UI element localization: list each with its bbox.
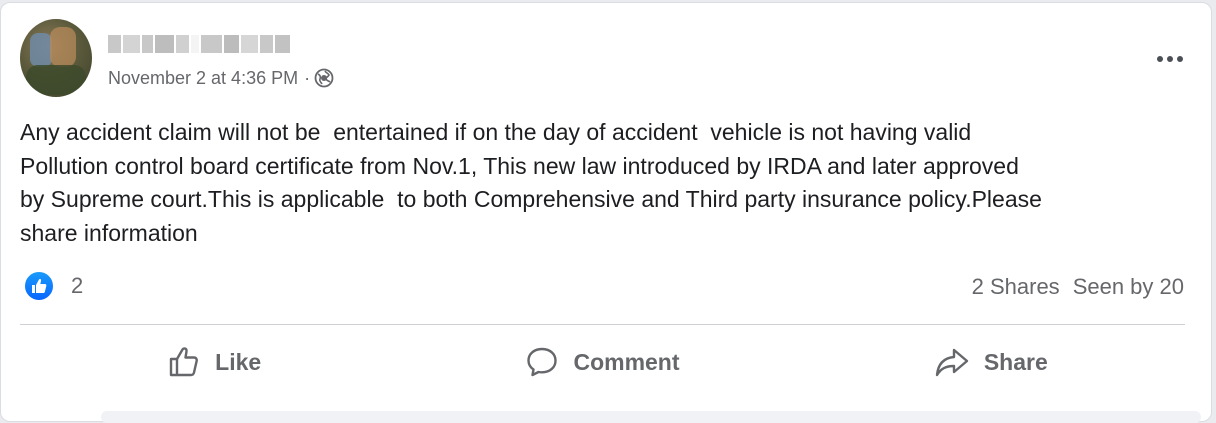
post-actions: Like Comment Share — [20, 333, 1185, 391]
meta-separator: · — [304, 67, 311, 88]
thumbs-up-icon — [167, 345, 201, 379]
share-button[interactable]: Share — [797, 333, 1185, 391]
avatar[interactable] — [20, 19, 92, 97]
comment-box-edge — [101, 411, 1201, 423]
post-body: Any accident claim will not be entertain… — [20, 119, 1042, 246]
redaction-block — [142, 35, 154, 53]
avatar-image-part — [50, 27, 76, 67]
more-dot — [1157, 56, 1163, 62]
more-options-icon[interactable] — [1152, 47, 1188, 71]
more-dot — [1177, 56, 1183, 62]
avatar-image-part — [30, 33, 52, 67]
author-name-redacted[interactable] — [108, 33, 290, 55]
share-arrow-icon — [934, 345, 970, 379]
redaction-block — [123, 35, 141, 53]
comment-button-label: Comment — [573, 348, 680, 375]
post-timestamp[interactable]: November 2 at 4:36 PM — [108, 68, 298, 89]
globe-icon[interactable] — [314, 68, 334, 88]
redaction-block — [274, 35, 290, 53]
shares-count[interactable]: 2 Shares — [972, 274, 1060, 300]
comment-button[interactable]: Comment — [408, 333, 796, 391]
like-reaction-icon — [23, 270, 55, 302]
redaction-block — [176, 35, 190, 53]
redaction-block — [191, 35, 199, 53]
redaction-block — [108, 35, 122, 53]
redaction-block — [223, 35, 239, 53]
like-button-label: Like — [215, 348, 262, 375]
comment-icon — [525, 345, 559, 379]
seen-by-count[interactable]: Seen by 20 — [1073, 274, 1184, 300]
like-button[interactable]: Like — [20, 333, 408, 391]
redaction-block — [155, 35, 175, 53]
reactions-summary[interactable]: 2 — [23, 270, 83, 302]
post-meta: November 2 at 4:36 PM · — [108, 66, 334, 90]
redaction-block — [201, 35, 222, 53]
share-button-label: Share — [983, 348, 1048, 375]
divider — [20, 324, 1185, 325]
more-dot — [1167, 56, 1173, 62]
post-card: November 2 at 4:36 PM · Any accident cla… — [0, 2, 1212, 423]
post-header: November 2 at 4:36 PM · — [20, 19, 1192, 99]
redaction-block — [240, 35, 258, 53]
reaction-count: 2 — [71, 273, 84, 298]
avatar-image-part — [26, 65, 86, 95]
redaction-block — [259, 35, 273, 53]
post-stats: 2 Shares Seen by 20 — [972, 271, 1184, 303]
